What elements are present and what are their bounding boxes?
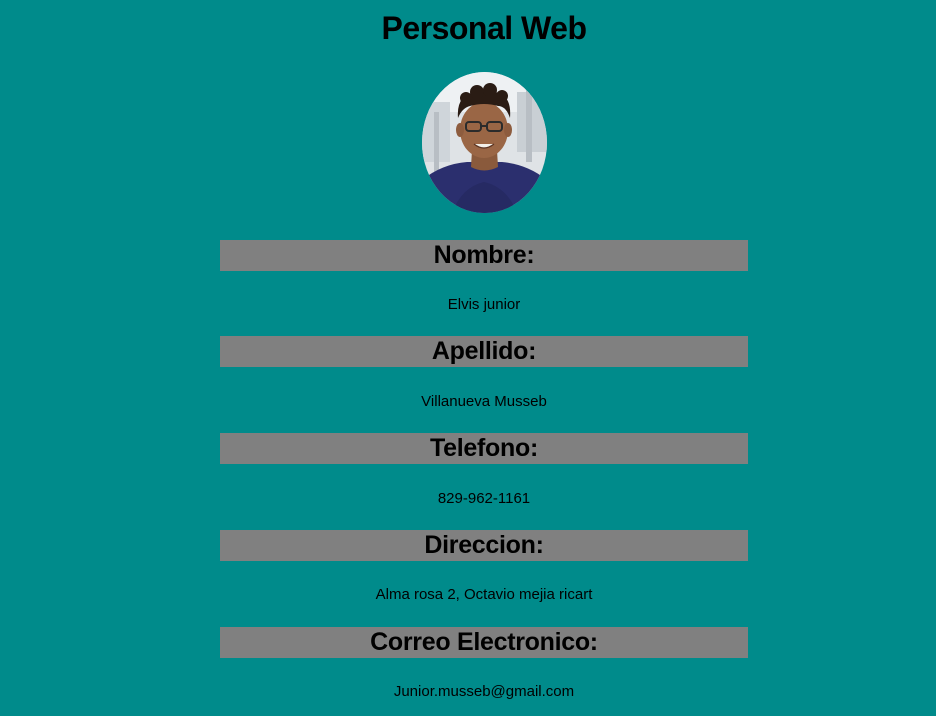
correo-electronico-label: Correo Electronico:: [220, 627, 748, 658]
page: Personal Web Nombre: Elvis junior Apelli…: [0, 0, 936, 716]
direccion-label: Direccion:: [220, 530, 748, 561]
direccion-value: Alma rosa 2, Octavio mejia ricart: [375, 586, 593, 603]
apellido-label: Apellido:: [220, 336, 748, 367]
profile-photo-image: [422, 72, 547, 213]
telefono-label: Telefono:: [220, 433, 748, 464]
nombre-value: Elvis junior: [447, 296, 521, 313]
avatar: [422, 72, 547, 213]
correo-electronico-value: Junior.musseb@gmail.com: [393, 683, 575, 700]
telefono-value: 829-962-1161: [437, 490, 531, 507]
nombre-label: Nombre:: [220, 240, 748, 271]
apellido-value: Villanueva Musseb: [421, 393, 547, 410]
page-title: Personal Web: [381, 10, 587, 46]
